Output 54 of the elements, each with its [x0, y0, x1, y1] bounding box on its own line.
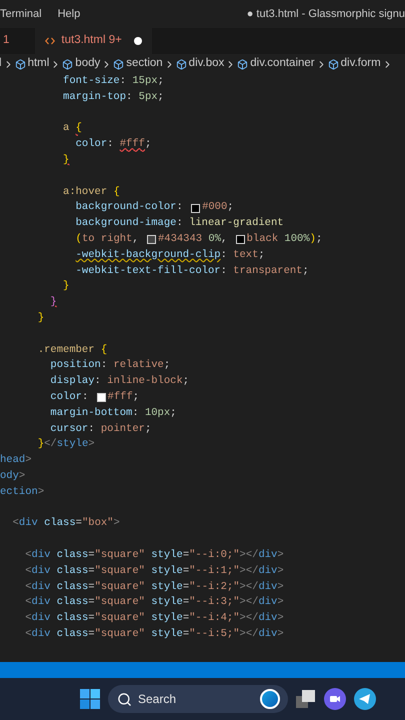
code-text: }	[38, 310, 44, 326]
windows-logo-icon[interactable]	[80, 689, 100, 709]
code-text: (to right,	[76, 232, 140, 247]
code-text: margin-bottom: 10px;	[50, 406, 176, 421]
video-chat-icon[interactable]	[324, 688, 346, 710]
code-text: <div class="square" style="--i:3;"></div>	[25, 595, 284, 610]
code-text: margin-top: 5px;	[63, 90, 164, 105]
code-text: }	[50, 295, 57, 310]
code-text: a {	[63, 121, 82, 136]
code-text: position: relative;	[50, 358, 170, 374]
code-text: #434343 0%,	[158, 232, 228, 247]
task-view-icon[interactable]	[296, 690, 316, 708]
code-text: <div class="square" style="--i:5;"></div>	[25, 626, 284, 642]
code-text: }	[63, 153, 70, 168]
code-text: font-size: 15px;	[63, 74, 164, 90]
editor-tab[interactable]: 1	[0, 28, 16, 54]
breadcrumb-item[interactable]: l	[0, 55, 2, 73]
menu-item[interactable]: Terminal	[0, 6, 42, 22]
breadcrumb-item[interactable]: body	[75, 55, 100, 73]
code-text: <div class="square" style="--i:1;"></div>	[25, 564, 284, 579]
code-text: <div class="square" style="--i:4;"></div>	[25, 611, 284, 626]
code-text: color: #fff;	[76, 137, 152, 152]
code-text: <div class="square" style="--i:2;"></div>	[25, 580, 284, 595]
code-text: display: inline-block;	[50, 374, 190, 390]
code-text: }</style>	[38, 437, 95, 452]
search-field[interactable]: Search	[108, 685, 288, 713]
code-text: ody>	[0, 468, 26, 484]
code-text: background-image: linear-gradient	[76, 216, 284, 232]
breadcrumb-item[interactable]: html	[28, 55, 50, 73]
code-text: <div class="square" style="--i:0;"></div>	[25, 548, 284, 563]
code-text: cursor: pointer;	[50, 422, 152, 437]
code-text: }	[63, 279, 70, 294]
code-text: color:	[50, 390, 90, 405]
code-text: ection>	[0, 484, 44, 500]
breadcrumb-item[interactable]: div.container	[250, 55, 315, 73]
code-text: -webkit-text-fill-color: transparent;	[76, 264, 309, 279]
code-brackets-icon	[45, 37, 56, 45]
code-text: #fff;	[108, 390, 140, 405]
breadcrumb-item[interactable]: div.box	[188, 55, 224, 73]
code-text: #000;	[202, 200, 234, 216]
code-text: -webkit-background-clip: text;	[76, 248, 265, 263]
code-text: a:hover {	[63, 184, 120, 200]
window-title: ● tut3.html - Glassmorphic signu	[246, 6, 405, 22]
code-text: head>	[0, 453, 32, 468]
code-text: <div class="box">	[12, 516, 120, 532]
code-text: .remember {	[38, 342, 108, 358]
code-text: black 100%);	[246, 232, 322, 247]
paper-plane-icon[interactable]	[354, 688, 376, 710]
search-icon	[117, 692, 132, 706]
editor-tab[interactable]: tut3.html 9+	[35, 28, 152, 54]
menu-item[interactable]: Help	[58, 6, 80, 22]
code-text: background-color:	[76, 200, 184, 216]
breadcrumb-item[interactable]: section	[126, 55, 163, 73]
breadcrumb-item[interactable]: div.form	[340, 55, 381, 73]
